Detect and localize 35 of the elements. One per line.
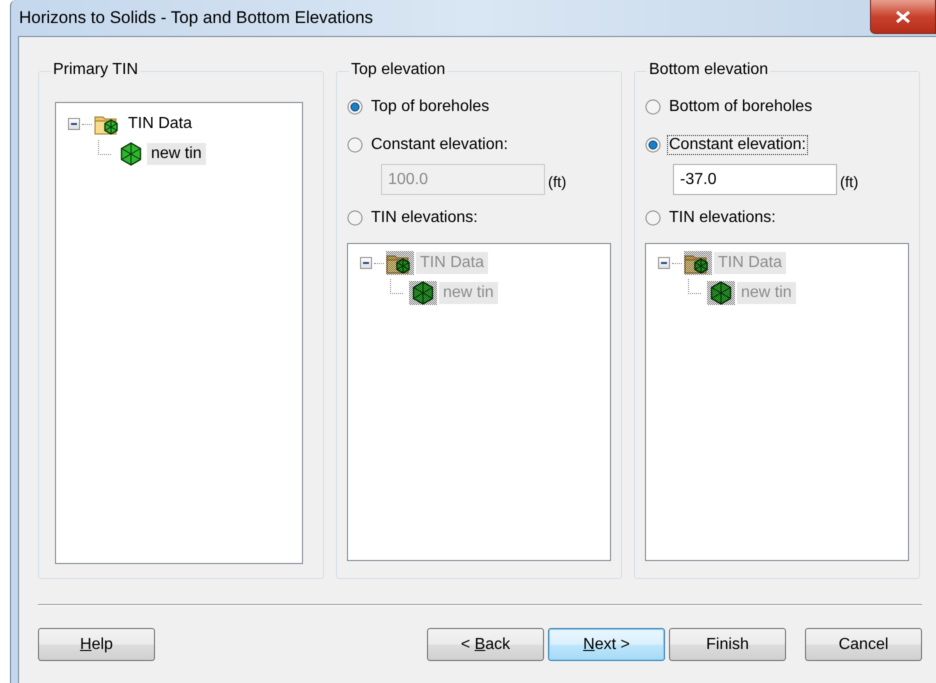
tree-view[interactable]: TIN Data new tin xyxy=(55,102,303,564)
folder-icon xyxy=(386,251,414,275)
folder-icon xyxy=(684,251,712,275)
radio-label: TIN elevations: xyxy=(370,208,479,228)
collapse-icon[interactable] xyxy=(68,118,80,130)
group-title: Top elevation xyxy=(349,61,448,79)
close-button[interactable] xyxy=(870,0,936,34)
dialog-button[interactable]: Finish xyxy=(669,628,786,661)
radio-label: Constant elevation: xyxy=(667,135,808,155)
radio-button[interactable]: Constant elevation: xyxy=(347,132,611,158)
unit-label: (ft) xyxy=(548,174,566,193)
radio-button[interactable]: Constant elevation: xyxy=(645,132,909,158)
close-icon xyxy=(895,10,911,24)
tree-item: TIN Data xyxy=(714,252,786,274)
radio-button[interactable]: Bottom of boreholes xyxy=(645,94,909,120)
dialog-button[interactable]: Cancel xyxy=(805,628,922,661)
radio-button[interactable]: Top of boreholes xyxy=(347,94,611,120)
radio-label: Bottom of boreholes xyxy=(668,97,814,117)
tree-item: new tin xyxy=(737,282,796,304)
tree-item: TIN Data xyxy=(416,252,488,274)
tree-item[interactable]: new tin xyxy=(147,143,206,165)
group-title: Primary TIN xyxy=(51,61,140,79)
tree-item: new tin xyxy=(439,282,498,304)
elevation-field[interactable]: -37.0 xyxy=(673,164,837,195)
dialog-button[interactable]: Help xyxy=(38,628,155,661)
radio-label: TIN elevations: xyxy=(668,208,777,228)
radio-label: Top of boreholes xyxy=(370,97,490,117)
window-title: Horizons to Solids - Top and Bottom Elevations xyxy=(19,8,374,28)
tree-item[interactable]: TIN Data xyxy=(124,113,196,135)
radio-button[interactable]: TIN elevations: xyxy=(645,205,909,231)
radio-label: Constant elevation: xyxy=(370,135,509,155)
dialog-button[interactable]: Next > xyxy=(548,628,665,661)
radio-button[interactable]: TIN elevations: xyxy=(347,205,611,231)
unit-label: (ft) xyxy=(840,174,858,193)
dialog-button[interactable]: < Back xyxy=(427,628,544,661)
